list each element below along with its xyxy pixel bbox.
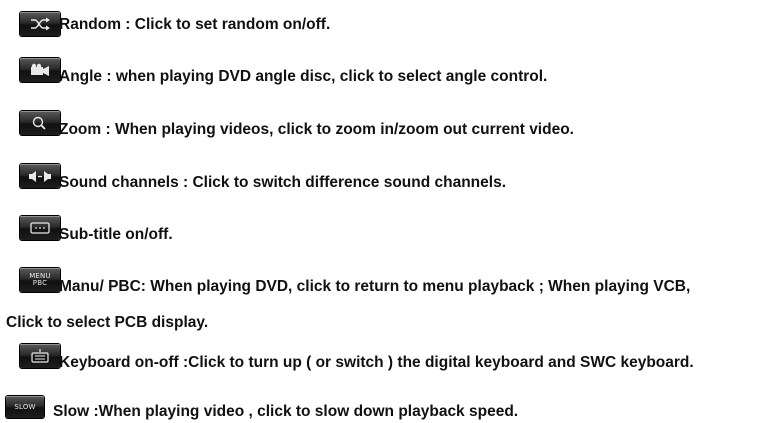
zoom-description: Zoom : When playing videos, click to zoo… xyxy=(59,121,574,138)
angle-description: Angle : when playing DVD angle disc, cli… xyxy=(59,68,548,85)
slow-icon-label: SLOW xyxy=(14,402,36,411)
slow-icon[interactable]: SLOW xyxy=(6,396,44,418)
slow-description: Slow :When playing video , click to slow… xyxy=(53,403,519,420)
shuffle-icon[interactable] xyxy=(20,12,60,36)
sound-channels-description: Sound channels : Click to switch differe… xyxy=(59,174,506,191)
subtitle-icon[interactable] xyxy=(20,216,60,240)
sound-channels-icon[interactable] xyxy=(20,164,60,188)
menu-pbc-icon[interactable]: MENU PBC xyxy=(20,268,60,292)
subtitle-description: Sub-title on/off. xyxy=(59,226,173,243)
zoom-magnifier-icon[interactable] xyxy=(20,111,60,135)
keyboard-icon[interactable] xyxy=(20,344,60,368)
camera-angle-icon[interactable] xyxy=(20,58,60,82)
random-description: Random : Click to set random on/off. xyxy=(59,16,331,33)
menu-pbc-description: Manu/ PBC: When playing DVD, click to re… xyxy=(59,278,691,295)
menu-pbc-description-continuation: Click to select PCB display. xyxy=(6,314,209,331)
keyboard-description: Keyboard on-off :Click to turn up ( or s… xyxy=(59,354,694,371)
menu-pbc-icon-label-pbc: PBC xyxy=(32,279,48,287)
